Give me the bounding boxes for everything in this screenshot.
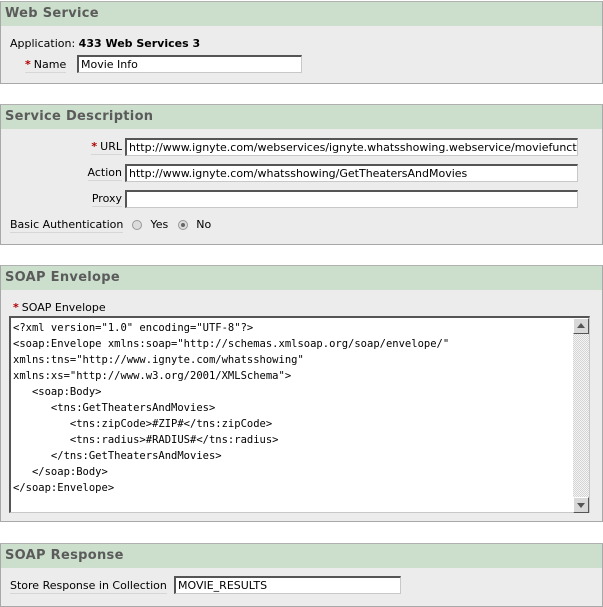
soap-envelope-label: * SOAP Envelope [13,301,106,314]
arrow-up-icon [577,323,585,328]
arrow-down-icon [577,503,585,508]
basic-auth-yes-radio[interactable] [132,220,142,230]
basic-auth-yes-label[interactable]: Yes [151,218,169,231]
soap-envelope-textarea[interactable]: <?xml version="1.0" encoding="UTF-8"?> <… [9,316,590,513]
region-title: SOAP Envelope [1,266,602,290]
soap-envelope-content[interactable]: <?xml version="1.0" encoding="UTF-8"?> <… [13,320,449,496]
application-label: Application: [10,37,76,50]
scroll-up-button[interactable] [573,318,589,334]
action-label: Action [87,166,122,181]
required-icon: * [13,301,19,314]
basic-auth-radio-group: Yes No [132,218,211,231]
scroll-down-button[interactable] [573,497,589,513]
region-title: SOAP Response [1,544,602,568]
name-label: * Name [25,58,67,73]
region-title: Web Service [1,2,602,26]
required-icon: * [25,58,31,71]
basic-auth-no-label[interactable]: No [196,218,211,231]
basic-auth-no-radio[interactable] [177,220,188,230]
application-value: 433 Web Services 3 [78,37,201,50]
region-title: Service Description [1,105,602,129]
basic-auth-label: Basic Authentication [10,218,124,233]
required-icon: * [91,140,98,153]
proxy-input[interactable] [125,190,578,208]
url-label: * URL [91,140,122,155]
name-input[interactable]: Movie Info [77,55,302,73]
vertical-scrollbar[interactable] [573,318,589,513]
application-info: Application: 433 Web Services 3 [10,37,200,50]
web-service-region: Web Service Application: 433 Web Service… [0,1,603,84]
soap-response-region: SOAP Response Store Response in Collecti… [0,543,603,607]
action-input[interactable]: http://www.ignyte.com/whatsshowing/GetTh… [125,164,578,182]
collection-label: Store Response in Collection [10,579,167,594]
collection-input[interactable]: MOVIE_RESULTS [174,576,401,594]
url-input[interactable]: http://www.ignyte.com/webservices/ignyte… [125,138,578,156]
proxy-label: Proxy [91,192,122,207]
service-description-region: Service Description * URL http://www.igny… [0,104,603,245]
